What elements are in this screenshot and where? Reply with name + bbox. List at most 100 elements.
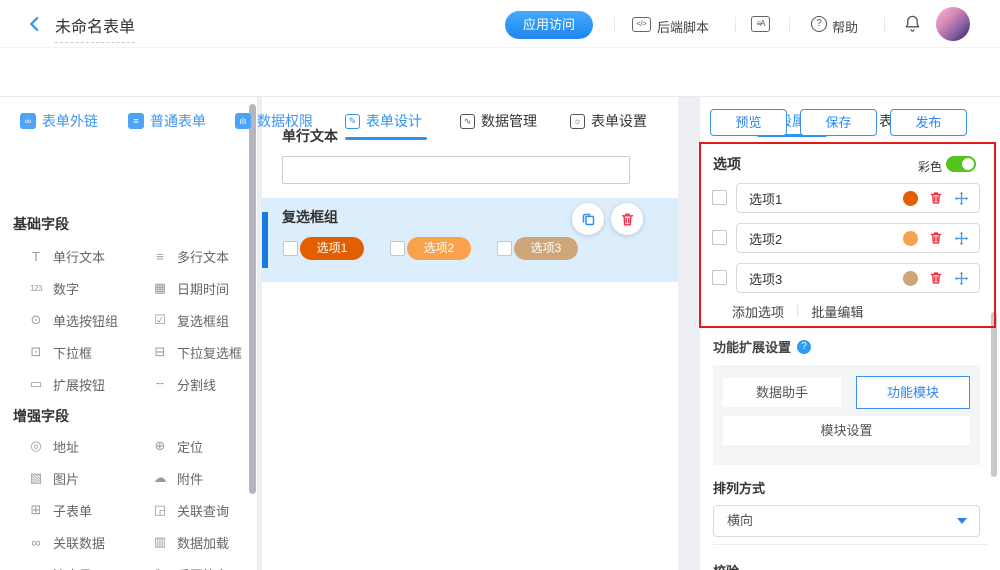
data-load-icon: ▥ (151, 534, 169, 550)
sidebar-item-address[interactable]: ◎地址 (27, 436, 151, 456)
function-module-button[interactable]: 功能模块 (856, 376, 970, 409)
option-editor (736, 183, 980, 213)
sidebar-section-title: 增强字段 (13, 406, 69, 426)
sidebar-item-multi-line-text[interactable]: ≡ 多行文本 (151, 246, 247, 266)
sidebar-scrollbar[interactable] (249, 104, 256, 494)
backend-script-button[interactable]: 后端脚本 (657, 17, 709, 36)
quick-link-label: 表单外链 (42, 111, 98, 131)
sidebar-item-label: 多行文本 (177, 247, 229, 266)
publish-button[interactable]: 发布 (890, 109, 967, 136)
single-line-text-input[interactable] (282, 156, 630, 184)
help-badge-icon[interactable]: ? (797, 340, 811, 354)
arrangement-label: 排列方式 (713, 478, 765, 497)
option-pill: 选项3 (514, 237, 578, 260)
tab-form-design[interactable]: ✎ 表单设计 (345, 111, 422, 131)
option-value-input[interactable] (749, 231, 892, 246)
color-dot[interactable] (903, 191, 918, 206)
user-avatar[interactable] (936, 7, 970, 41)
attachment-icon: ☁ (151, 470, 169, 486)
sidebar-item-datetime[interactable]: ▦日期时间 (151, 278, 247, 298)
back-icon[interactable] (26, 15, 44, 33)
radio-icon: ⊙ (27, 312, 45, 328)
language-icon[interactable]: ≡A (751, 16, 770, 32)
copy-field-button[interactable] (572, 203, 604, 235)
sidebar-item-label: 下拉框 (53, 343, 92, 362)
panel-scrollbar[interactable] (991, 312, 997, 477)
checkbox[interactable] (390, 241, 405, 256)
option-row (712, 263, 988, 293)
tab-form-settings[interactable]: ☼ 表单设置 (570, 111, 647, 131)
sidebar-item-expand-button[interactable]: ▭扩展按钮 (27, 374, 151, 394)
sidebar-item-number[interactable]: 123数字 (27, 278, 151, 298)
code-icon[interactable]: </> (632, 17, 651, 32)
sidebar-item-attachment[interactable]: ☁附件 (151, 468, 247, 488)
delete-option-icon[interactable] (929, 231, 943, 245)
divider (789, 17, 790, 32)
sidebar-item-divider[interactable]: ╌分割线 (151, 374, 247, 394)
text-icon: T (27, 249, 45, 264)
sidebar-item-radio-group[interactable]: ⊙单选按钮组 (27, 310, 151, 330)
sidebar-item-label: 子表单 (53, 501, 92, 520)
option-value-input[interactable] (749, 191, 892, 206)
subform-icon: ⊞ (27, 502, 45, 518)
top-bar: 未命名表单 应用访问 </> 后端脚本 ≡A ? 帮助 (0, 0, 1000, 48)
delete-option-icon[interactable] (929, 191, 943, 205)
drag-move-icon[interactable] (954, 271, 969, 286)
sidebar-item-location[interactable]: ⊕定位 (151, 436, 247, 456)
data-permission-link[interactable]: ılı 数据权限 (235, 111, 313, 131)
checkbox[interactable] (497, 241, 512, 256)
color-dot[interactable] (903, 271, 918, 286)
serial-number-icon: № (27, 567, 45, 570)
selected-field-checkbox-group[interactable]: 复选框组 选项1 选项2 选项3 (262, 198, 678, 282)
help-button[interactable]: 帮助 (832, 17, 858, 36)
normal-form-link[interactable]: ≡ 普通表单 (128, 111, 206, 131)
drag-move-icon[interactable] (954, 191, 969, 206)
notification-bell-icon[interactable] (903, 14, 922, 38)
sidebar-item-lookup-query[interactable]: ◲关联查询 (151, 500, 247, 520)
batch-edit-link[interactable]: 批量编辑 (811, 302, 863, 321)
option-value-input[interactable] (749, 271, 892, 286)
sidebar-item-multi-select[interactable]: ⊟下拉复选框 (151, 342, 247, 362)
checkbox[interactable] (283, 241, 298, 256)
delete-option-icon[interactable] (929, 271, 943, 285)
sidebar-item-data-load[interactable]: ▥数据加载 (151, 532, 247, 552)
sidebar-item-label: 日期时间 (177, 279, 229, 298)
sidebar-item-serial-number[interactable]: №流水号 (27, 564, 151, 570)
sidebar-item-linked-data[interactable]: ∞关联数据 (27, 532, 151, 552)
sidebar-item-signature[interactable]: ✎手写签名 (151, 564, 247, 570)
quick-link-label: 数据权限 (257, 111, 313, 131)
checkbox[interactable] (712, 190, 727, 205)
form-canvas: 单行文本 复选框组 选项1 选项2 选项3 (262, 97, 678, 570)
delete-field-button[interactable] (611, 203, 643, 235)
option-row (712, 183, 988, 213)
app-access-button[interactable]: 应用访问 (505, 11, 593, 39)
color-dot[interactable] (903, 231, 918, 246)
sidebar-item-subform[interactable]: ⊞ 子表单 (27, 500, 151, 520)
drag-move-icon[interactable] (954, 231, 969, 246)
form-external-link[interactable]: ∞ 表单外链 (20, 111, 98, 131)
sidebar-item-label: 关联数据 (53, 533, 105, 552)
data-helper-button[interactable]: 数据助手 (723, 378, 841, 407)
sidebar-item-image[interactable]: ▧图片 (27, 468, 151, 488)
add-option-link[interactable]: 添加选项 (732, 302, 784, 321)
sidebar-item-label: 图片 (53, 469, 79, 488)
preview-button[interactable]: 预览 (710, 109, 787, 136)
sidebar-item-single-line-text[interactable]: T单行文本 (27, 246, 151, 266)
checkbox[interactable] (712, 270, 727, 285)
color-toggle[interactable] (946, 156, 976, 172)
sidebar-item-checkbox-group[interactable]: ☑复选框组 (151, 310, 247, 330)
tab-data-manage[interactable]: ∿ 数据管理 (460, 111, 537, 131)
help-icon[interactable]: ? (811, 16, 827, 32)
divider (884, 17, 885, 32)
sidebar-section-enhanced: ◎地址 ⊕定位 ▧图片 ☁附件 ⊞ 子表单 ◲关联查询 ∞关联数据 ▥数据加载 №… (27, 436, 247, 570)
module-settings-button[interactable]: 模块设置 (723, 416, 970, 445)
field-library-sidebar: 基础字段 T单行文本 ≡多行文本 123数字 ▦日期时间 ⊙单选按钮组 ☑复选框… (0, 97, 258, 570)
textarea-icon: ≡ (151, 249, 169, 264)
checkbox[interactable] (712, 230, 727, 245)
arrangement-select[interactable]: 横向 (713, 505, 980, 537)
sidebar-item-select[interactable]: ⊡下拉框 (27, 342, 151, 362)
sidebar-item-label: 扩展按钮 (53, 375, 105, 394)
page-title[interactable]: 未命名表单 (55, 13, 135, 43)
option-editor (736, 223, 980, 253)
save-button[interactable]: 保存 (800, 109, 877, 136)
